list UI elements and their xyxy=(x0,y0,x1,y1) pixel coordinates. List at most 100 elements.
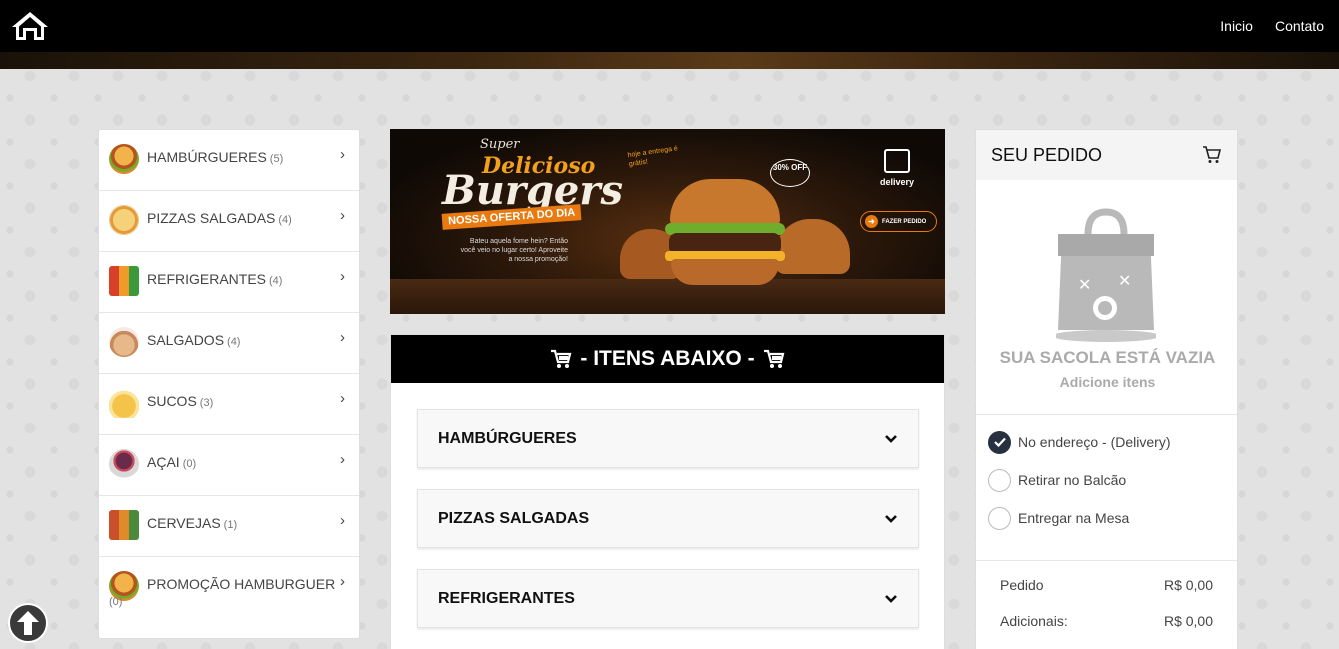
svg-text:✕: ✕ xyxy=(1078,275,1091,294)
delivery-bag-icon xyxy=(884,149,910,173)
category-item-salgados[interactable]: SALGADOS (4) › xyxy=(99,313,359,374)
header-background-strip xyxy=(0,52,1339,69)
nav-link-contato[interactable]: Contato xyxy=(1275,18,1324,34)
total-row-adicionais: Adicionais: R$ 0,00 xyxy=(1000,613,1213,649)
category-item-refrigerantes[interactable]: REFRIGERANTES (4) › xyxy=(99,252,359,313)
category-count: (4) xyxy=(278,214,292,226)
category-count: (4) xyxy=(227,336,241,348)
order-totals: Pedido R$ 0,00 Adicionais: R$ 0,00 xyxy=(976,561,1237,649)
option-label: No endereço - (Delivery) xyxy=(1018,434,1171,450)
soda-bottles-icon xyxy=(109,266,139,296)
category-item-pizzas-salgadas[interactable]: PIZZAS SALGADAS (4) › xyxy=(99,191,359,252)
empty-bag-area: ✕ ✕ SUA SACOLA ESTÁ VAZIA Adicione itens xyxy=(976,180,1237,415)
delivery-options: No endereço - (Delivery) Retirar no Balc… xyxy=(976,415,1237,561)
radio-unchecked-icon[interactable] xyxy=(988,468,1011,492)
banner-delivery-note: hoje a entrega é grátis! xyxy=(627,145,679,169)
category-item-promocao-hamburguer[interactable]: PROMOÇÃO HAMBURGUER (0) › xyxy=(99,557,359,638)
discount-badge: 30% OFF xyxy=(770,159,810,187)
category-count: (0) xyxy=(109,596,123,608)
radio-checked-icon[interactable] xyxy=(988,430,1011,454)
total-value: R$ 0,00 xyxy=(1163,613,1213,629)
chevron-down-icon xyxy=(885,514,897,523)
empty-bag-icon: ✕ ✕ xyxy=(1056,208,1156,342)
category-item-hamburgueres[interactable]: HAMBÚRGUERES (5) › xyxy=(99,130,359,191)
accordion-hamburgueres[interactable]: HAMBÚRGUERES xyxy=(417,409,919,468)
chevron-right-icon: › xyxy=(340,268,345,285)
radio-unchecked-icon[interactable] xyxy=(988,506,1011,530)
banner-order-button[interactable]: ➜ FAZER PEDIDO xyxy=(860,211,937,232)
items-panel: - ITENS ABAIXO - HAMBÚRGUERES PIZZAS SAL… xyxy=(390,334,945,649)
category-label: PROMOÇÃO HAMBURGUER xyxy=(147,576,336,592)
burger-icon xyxy=(109,144,139,174)
banner-tagline: Bateu aquela fome hein? Então você veio … xyxy=(460,238,568,263)
chevron-right-icon: › xyxy=(340,573,345,590)
category-count: (1) xyxy=(223,519,238,531)
chevron-right-icon: › xyxy=(340,390,345,407)
accordion-pizzas-salgadas[interactable]: PIZZAS SALGADAS xyxy=(417,489,919,548)
chevron-right-icon: › xyxy=(340,329,345,346)
option-label: Entregar na Mesa xyxy=(1018,510,1130,526)
cart-icon xyxy=(763,349,785,368)
scroll-top-button[interactable] xyxy=(8,603,48,643)
chevron-down-icon xyxy=(885,594,897,603)
arrow-up-icon xyxy=(17,611,39,635)
chevron-right-icon: › xyxy=(340,207,345,224)
category-label: CERVEJAS xyxy=(147,515,221,531)
option-delivery[interactable]: No endereço - (Delivery) xyxy=(988,423,1225,461)
total-label: Adicionais: xyxy=(1000,613,1068,629)
beer-bottles-icon xyxy=(109,510,139,540)
order-header: SEU PEDIDO xyxy=(976,130,1237,180)
cart-icon[interactable] xyxy=(1202,146,1222,164)
accordion-label: REFRIGERANTES xyxy=(438,589,575,607)
items-header: - ITENS ABAIXO - xyxy=(391,335,944,383)
main-nav: Inicio Contato xyxy=(1220,18,1329,34)
banner-order-label: FAZER PEDIDO xyxy=(882,218,927,225)
category-list: HAMBÚRGUERES (5) › PIZZAS SALGADAS (4) › R… xyxy=(98,129,360,639)
juice-icon xyxy=(109,388,139,418)
banner-line1: Super xyxy=(480,137,520,152)
order-panel: SEU PEDIDO ✕ ✕ SUA SACOLA ESTÁ VAZIA Adi… xyxy=(975,129,1238,649)
accordion-refrigerantes[interactable]: REFRIGERANTES xyxy=(417,569,919,628)
chevron-right-icon: › xyxy=(340,512,345,529)
option-retirar-balcao[interactable]: Retirar no Balcão xyxy=(988,461,1225,499)
category-item-acai[interactable]: AÇAI (0) › xyxy=(99,435,359,496)
home-icon[interactable] xyxy=(10,9,52,43)
category-item-sucos[interactable]: SUCOS (3) › xyxy=(99,374,359,435)
category-label: PIZZAS SALGADAS xyxy=(147,210,276,226)
accordion-label: PIZZAS SALGADAS xyxy=(438,509,590,527)
option-entregar-mesa[interactable]: Entregar na Mesa xyxy=(988,499,1225,537)
category-label: AÇAI xyxy=(147,454,180,470)
cart-icon xyxy=(551,349,572,368)
snacks-icon xyxy=(109,327,139,357)
total-row-pedido: Pedido R$ 0,00 xyxy=(1000,577,1213,613)
category-count: (3) xyxy=(199,397,214,409)
category-label: HAMBÚRGUERES xyxy=(147,149,267,165)
promo-banner[interactable]: Super Delicioso Burgers NOSSA OFERTA DO … xyxy=(390,129,945,314)
chevron-down-icon xyxy=(885,434,897,443)
category-label: REFRIGERANTES xyxy=(147,271,267,287)
category-count: (0) xyxy=(182,458,197,470)
empty-bag-title: SUA SACOLA ESTÁ VAZIA xyxy=(999,348,1216,367)
top-navbar: Inicio Contato xyxy=(0,0,1339,52)
empty-bag-subtitle: Adicione itens xyxy=(1059,374,1156,390)
chevron-right-icon: › xyxy=(340,146,345,163)
delivery-label: delivery xyxy=(879,177,915,187)
category-label: SUCOS xyxy=(147,393,197,409)
pizza-icon xyxy=(109,205,139,235)
delivery-logo: delivery xyxy=(872,149,922,187)
order-title: SEU PEDIDO xyxy=(991,144,1103,165)
total-label: Pedido xyxy=(1000,577,1044,593)
svg-text:✕: ✕ xyxy=(1118,271,1131,290)
total-value: R$ 0,00 xyxy=(1163,577,1213,593)
acai-bowl-icon xyxy=(109,449,139,479)
category-item-cervejas[interactable]: CERVEJAS (1) › xyxy=(99,496,359,557)
arrow-right-icon: ➜ xyxy=(865,215,878,228)
category-label: SALGADOS xyxy=(147,332,225,348)
chevron-right-icon: › xyxy=(340,451,345,468)
category-count: (4) xyxy=(269,275,283,287)
side-burger-right-image xyxy=(775,219,850,274)
nav-link-inicio[interactable]: Inicio xyxy=(1220,18,1253,34)
items-header-label: - ITENS ABAIXO - xyxy=(580,347,755,370)
burger-image xyxy=(665,179,785,297)
option-label: Retirar no Balcão xyxy=(1018,472,1127,488)
